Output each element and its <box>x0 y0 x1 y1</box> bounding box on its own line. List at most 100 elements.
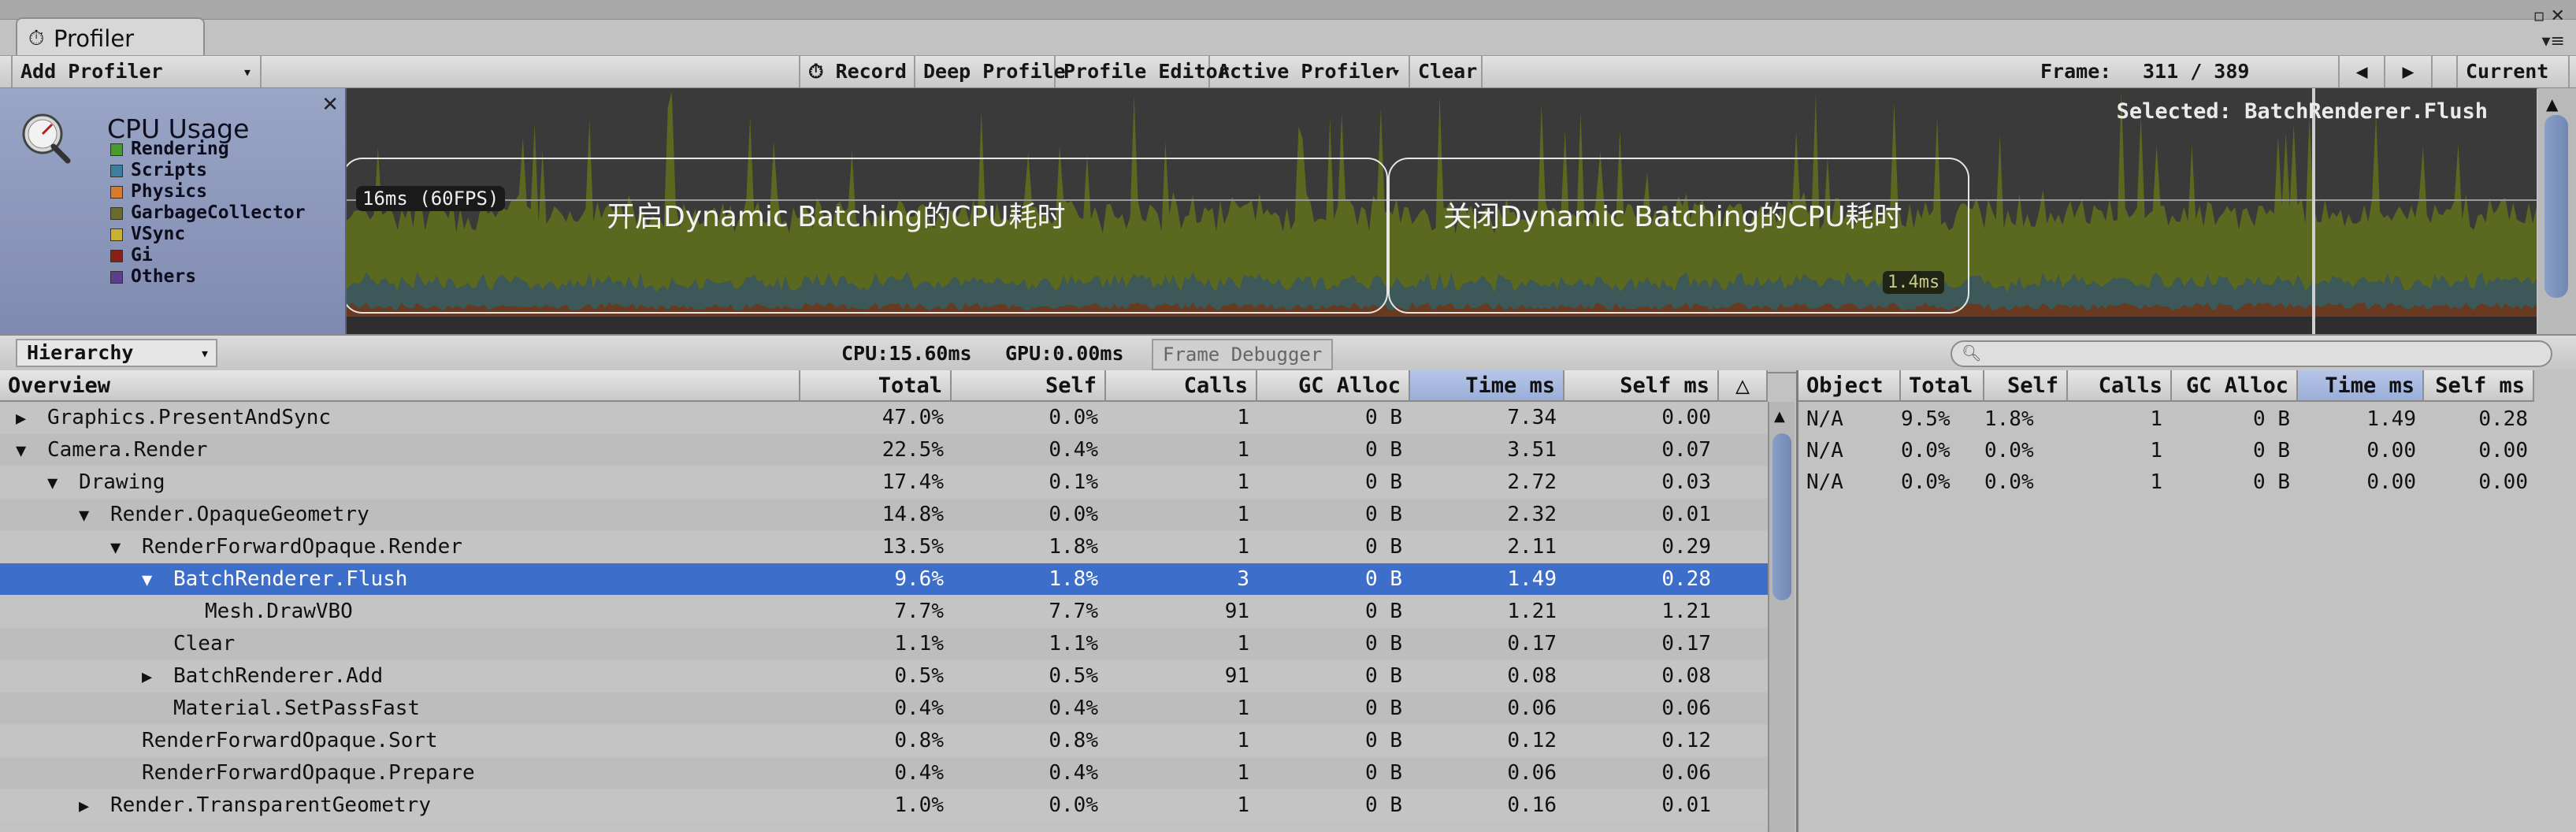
object-row[interactable]: N/A 9.5% 1.8% 1 0 B 1.49 0.28 <box>1798 403 2539 435</box>
column-header-object[interactable]: Object <box>1798 370 1901 402</box>
hierarchy-row[interactable]: ▼ Drawing 17.4% 0.1% 1 0 B 2.72 0.03 <box>0 466 1768 498</box>
column-header-object-self[interactable]: Self <box>1984 370 2068 402</box>
hierarchy-name-cell: Mesh.DrawVBO <box>173 596 353 627</box>
cell-gc: 0 B <box>1365 793 1402 817</box>
sort-direction-icon[interactable]: △ <box>1719 370 1768 402</box>
cell-self: 0.4% <box>1049 438 1098 462</box>
hierarchy-row[interactable]: ▶ BatchRenderer.Add 0.5% 0.5% 91 0 B 0.08 0.08 <box>0 660 1768 692</box>
cpu-usage-gauge-icon <box>22 113 71 164</box>
close-module-icon[interactable]: ✕ <box>321 93 339 117</box>
cell-calls: 1 <box>1237 696 1249 720</box>
cpu-usage-legend-panel[interactable]: CPU Usage ✕ Rendering Scripts Physics Garba… <box>0 88 347 334</box>
expanded-arrow-icon[interactable]: ▼ <box>47 468 68 500</box>
hierarchy-row[interactable]: ▶ Render.TransparentGeometry 1.0% 0.0% 1 0 B 0… <box>0 789 1768 821</box>
hierarchy-name-cell: ▶ Graphics.PresentAndSync <box>16 402 331 433</box>
column-header-overview[interactable]: Overview <box>0 370 800 402</box>
add-profiler-dropdown[interactable]: Add Profiler <box>11 56 262 87</box>
column-header-gc-alloc[interactable]: GC Alloc <box>1257 370 1410 402</box>
cell-calls: 91 <box>1224 664 1249 688</box>
hierarchy-scrollbar[interactable]: ▲ <box>1768 402 1795 832</box>
hierarchy-row[interactable]: Mesh.DrawVBO 7.7% 7.7% 91 0 B 1.21 1.21 <box>0 596 1768 627</box>
column-header-time-ms[interactable]: Time ms <box>1410 370 1565 402</box>
collapsed-arrow-icon[interactable]: ▶ <box>16 403 36 435</box>
graph-scroll-thumb[interactable] <box>2544 115 2568 298</box>
hierarchy-scroll-thumb[interactable] <box>1772 433 1791 600</box>
cell-calls: 91 <box>1224 600 1249 623</box>
expanded-arrow-icon[interactable]: ▼ <box>110 533 131 564</box>
column-header-object-gc-alloc[interactable]: GC Alloc <box>2172 370 2298 402</box>
hierarchy-name-cell: ▶ BatchRenderer.Add <box>142 660 383 692</box>
graph-scrollbar[interactable]: ▲ <box>2538 88 2576 334</box>
cell-gc: 0 B <box>1365 406 1402 429</box>
hierarchy-row[interactable]: Material.SetPassFast 0.4% 0.4% 1 0 B 0.06 0.06 <box>0 693 1768 724</box>
cell-time: 0.12 <box>1507 729 1557 752</box>
function-name: Clear <box>173 632 236 656</box>
hierarchy-row[interactable]: ▼ RenderForwardOpaque.Render 13.5% 1.8% 1 0 B… <box>0 531 1768 563</box>
search-input[interactable]: 🔍︎ <box>1951 340 2552 367</box>
frame-debugger-button[interactable]: Frame Debugger <box>1152 339 1334 370</box>
view-mode-dropdown[interactable]: Hierarchy ▾ <box>16 339 217 367</box>
object-cell-calls: 1 <box>2150 439 2162 462</box>
column-header-object-calls[interactable]: Calls <box>2068 370 2172 402</box>
column-header-total[interactable]: Total <box>800 370 952 402</box>
cell-gc: 0 B <box>1365 761 1402 785</box>
column-header-object-self-ms[interactable]: Self ms <box>2424 370 2534 402</box>
cell-time: 2.72 <box>1507 470 1557 494</box>
legend-swatch <box>110 165 123 177</box>
window-maximize-close-icons[interactable]: ▫ ✕ <box>2533 6 2565 26</box>
cell-total: 0.4% <box>894 696 944 720</box>
hierarchy-row[interactable]: RenderForwardOpaque.Sort 0.8% 0.8% 1 0 B 0.12… <box>0 725 1768 756</box>
column-header-object-total[interactable]: Total <box>1901 370 1984 402</box>
next-frame-button[interactable]: ▶ <box>2385 56 2433 87</box>
record-button[interactable]: ⏱ Record <box>799 56 915 87</box>
cell-gc: 0 B <box>1365 470 1402 494</box>
expanded-arrow-icon[interactable]: ▼ <box>79 500 99 532</box>
previous-frame-button[interactable]: ◀ <box>2338 56 2385 87</box>
cpu-usage-graph[interactable]: Selected: BatchRenderer.Flush 16ms (60FP… <box>347 88 2537 334</box>
window-menu-icon[interactable]: ▾≡ <box>2542 32 2565 51</box>
profile-editor-button[interactable]: Profile Editor <box>1056 56 1230 87</box>
column-header-calls[interactable]: Calls <box>1106 370 1257 402</box>
record-clock-icon: ⏱ <box>808 60 824 83</box>
cell-self: 0.4% <box>1049 696 1098 720</box>
scroll-up-icon[interactable]: ▲ <box>2546 95 2558 113</box>
hierarchy-name-cell: ▼ Camera.Render <box>16 434 208 466</box>
tab-profiler[interactable]: ⏱ Profiler <box>16 17 205 55</box>
object-cell-calls: 1 <box>2150 407 2162 431</box>
scroll-up-icon[interactable]: ▲ <box>1774 408 1785 425</box>
hierarchy-row[interactable]: Clear 1.1% 1.1% 1 0 B 0.17 0.17 <box>0 628 1768 659</box>
cell-calls: 1 <box>1237 632 1249 656</box>
cell-time: 1.21 <box>1507 600 1557 623</box>
object-row[interactable]: N/A 0.0% 0.0% 1 0 B 0.00 0.00 <box>1798 435 2539 466</box>
cell-selfms: 0.01 <box>1661 793 1711 817</box>
collapsed-arrow-icon[interactable]: ▶ <box>79 791 99 823</box>
hierarchy-row[interactable]: ▼ Camera.Render 22.5% 0.4% 1 0 B 3.51 0.07 <box>0 434 1768 466</box>
frame-cursor-line[interactable] <box>2312 88 2315 334</box>
object-cell-object: N/A <box>1806 407 1843 431</box>
cell-self: 7.7% <box>1049 600 1098 623</box>
active-profiler-dropdown[interactable]: Active Profiler <box>1210 56 1410 87</box>
cell-self: 1.8% <box>1049 535 1098 559</box>
deep-profile-button[interactable]: Deep Profile <box>915 56 1066 87</box>
column-header-self-ms[interactable]: Self ms <box>1565 370 1719 402</box>
hierarchy-row[interactable]: ▼ BatchRenderer.Flush 9.6% 1.8% 3 0 B 1.49 0.28 <box>0 563 1768 595</box>
collapsed-arrow-icon[interactable]: ▶ <box>142 662 162 693</box>
hierarchy-row[interactable]: ▶ Graphics.PresentAndSync 47.0% 0.0% 1 0 B 7.3… <box>0 402 1768 433</box>
hierarchy-name-cell: ▼ BatchRenderer.Flush <box>142 563 407 595</box>
hierarchy-row[interactable]: ▼ Render.OpaqueGeometry 14.8% 0.0% 1 0 B 2.32 0… <box>0 499 1768 530</box>
object-row[interactable]: N/A 0.0% 0.0% 1 0 B 0.00 0.00 <box>1798 466 2539 498</box>
expanded-arrow-icon[interactable]: ▼ <box>16 436 36 467</box>
hierarchy-name-cell: RenderForwardOpaque.Sort <box>110 725 438 756</box>
clear-button[interactable]: Clear <box>1410 56 1483 87</box>
cell-self: 0.5% <box>1049 664 1098 688</box>
annotation-box-batching-on <box>347 158 1388 314</box>
profiler-window: { "window": { "tab_title": "Profiler", "… <box>0 0 2576 832</box>
hierarchy-row[interactable]: RenderForwardOpaque.Prepare 0.4% 0.4% 1 0 B 0… <box>0 757 1768 789</box>
profile-editor-label: Profile Editor <box>1063 60 1230 83</box>
column-header-object-time-ms[interactable]: Time ms <box>2298 370 2424 402</box>
object-cell-time: 0.00 <box>2366 470 2416 494</box>
column-header-self[interactable]: Self <box>952 370 1106 402</box>
cell-gc: 0 B <box>1365 535 1402 559</box>
current-frame-button[interactable]: Current <box>2456 56 2570 87</box>
expanded-arrow-icon[interactable]: ▼ <box>142 565 162 596</box>
